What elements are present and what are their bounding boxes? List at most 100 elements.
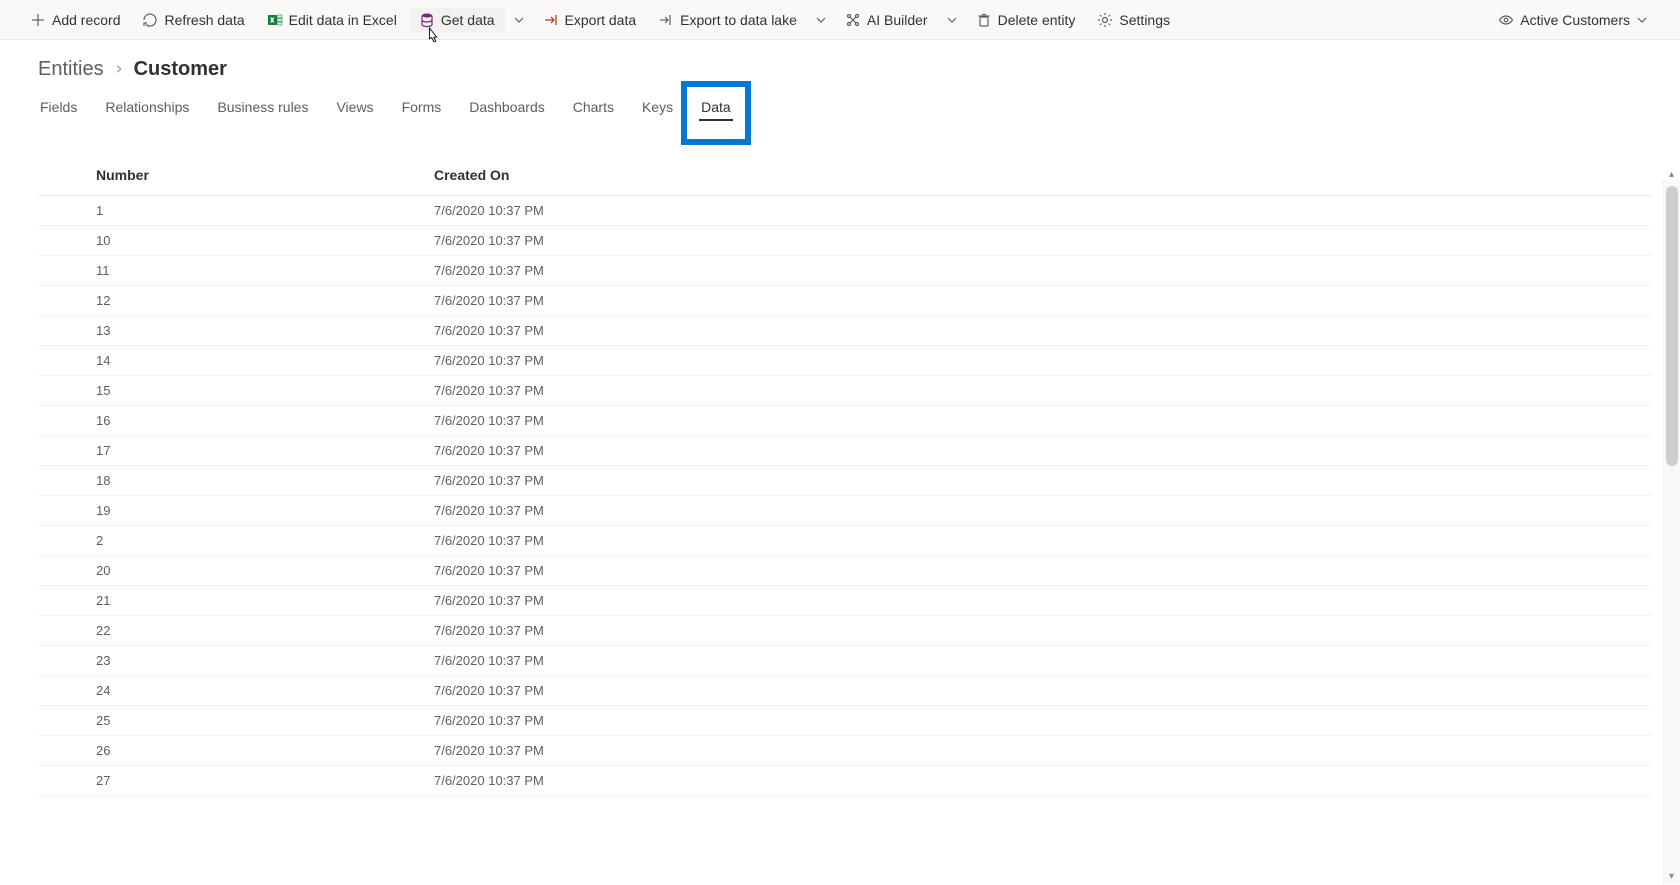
tab-relationships[interactable]: Relationships — [103, 95, 191, 127]
get-data-label: Get data — [441, 12, 495, 28]
cell-number: 2 — [38, 526, 418, 556]
cell-number: 15 — [38, 376, 418, 406]
cell-created-on: 7/6/2020 10:37 PM — [418, 376, 1652, 406]
content-area: Entities Customer Fields Relationships Bus… — [0, 40, 1680, 883]
excel-icon — [267, 12, 283, 28]
entity-tabs: Fields Relationships Business rules Views Fo… — [38, 95, 1680, 127]
cell-created-on: 7/6/2020 10:37 PM — [418, 286, 1652, 316]
delete-entity-button[interactable]: Delete entity — [966, 8, 1086, 32]
cell-created-on: 7/6/2020 10:37 PM — [418, 526, 1652, 556]
chevron-down-icon — [1636, 14, 1648, 26]
table-row[interactable]: 197/6/2020 10:37 PM — [38, 496, 1652, 526]
refresh-data-button[interactable]: Refresh data — [132, 8, 254, 32]
cell-number: 10 — [38, 226, 418, 256]
table-row[interactable]: 237/6/2020 10:37 PM — [38, 646, 1652, 676]
export-data-label: Export data — [565, 12, 637, 28]
table-row[interactable]: 137/6/2020 10:37 PM — [38, 316, 1652, 346]
cell-number: 24 — [38, 676, 418, 706]
breadcrumb: Entities Customer — [38, 58, 1680, 81]
tab-dashboards[interactable]: Dashboards — [467, 95, 547, 127]
cell-number: 12 — [38, 286, 418, 316]
export-data-lake-button[interactable]: Export to data lake — [648, 8, 807, 32]
table-row[interactable]: 147/6/2020 10:37 PM — [38, 346, 1652, 376]
table-row[interactable]: 107/6/2020 10:37 PM — [38, 226, 1652, 256]
cell-created-on: 7/6/2020 10:37 PM — [418, 646, 1652, 676]
scrollbar-track[interactable]: ▴ ▾ — [1663, 180, 1680, 883]
tab-charts[interactable]: Charts — [571, 95, 616, 127]
cell-number: 20 — [38, 556, 418, 586]
cell-created-on: 7/6/2020 10:37 PM — [418, 196, 1652, 226]
cell-number: 11 — [38, 256, 418, 286]
table-row[interactable]: 127/6/2020 10:37 PM — [38, 286, 1652, 316]
ai-builder-label: AI Builder — [867, 12, 928, 28]
breadcrumb-root[interactable]: Entities — [38, 58, 104, 81]
cell-number: 25 — [38, 706, 418, 736]
cell-created-on: 7/6/2020 10:37 PM — [418, 616, 1652, 646]
tab-keys[interactable]: Keys — [640, 95, 675, 127]
export-lake-icon — [658, 12, 674, 28]
cell-created-on: 7/6/2020 10:37 PM — [418, 436, 1652, 466]
export-lake-label: Export to data lake — [680, 12, 797, 28]
refresh-icon — [142, 12, 158, 28]
cell-created-on: 7/6/2020 10:37 PM — [418, 406, 1652, 436]
tab-fields[interactable]: Fields — [38, 95, 79, 127]
cell-created-on: 7/6/2020 10:37 PM — [418, 316, 1652, 346]
cell-number: 26 — [38, 736, 418, 766]
table-row[interactable]: 157/6/2020 10:37 PM — [38, 376, 1652, 406]
table-row[interactable]: 227/6/2020 10:37 PM — [38, 616, 1652, 646]
cell-number: 13 — [38, 316, 418, 346]
cell-created-on: 7/6/2020 10:37 PM — [418, 256, 1652, 286]
refresh-data-label: Refresh data — [164, 12, 244, 28]
table-row[interactable]: 117/6/2020 10:37 PM — [38, 256, 1652, 286]
ai-builder-button[interactable]: AI Builder — [835, 8, 938, 32]
cell-created-on: 7/6/2020 10:37 PM — [418, 766, 1652, 796]
table-row[interactable]: 17/6/2020 10:37 PM — [38, 196, 1652, 226]
database-icon — [419, 12, 435, 28]
tab-forms[interactable]: Forms — [400, 95, 444, 127]
table-row[interactable]: 27/6/2020 10:37 PM — [38, 526, 1652, 556]
edit-excel-label: Edit data in Excel — [289, 12, 397, 28]
table-row[interactable]: 167/6/2020 10:37 PM — [38, 406, 1652, 436]
scrollbar-thumb[interactable] — [1666, 186, 1678, 466]
data-table: Number Created On 17/6/2020 10:37 PM107/… — [38, 157, 1652, 796]
cell-number: 23 — [38, 646, 418, 676]
scrollbar-up-arrow[interactable]: ▴ — [1663, 166, 1680, 183]
edit-data-excel-button[interactable]: Edit data in Excel — [257, 8, 407, 32]
column-header-number[interactable]: Number — [38, 157, 418, 196]
cell-number: 14 — [38, 346, 418, 376]
command-group-left: Add record Refresh data Edit data in — [20, 8, 1490, 32]
tab-views[interactable]: Views — [334, 95, 375, 127]
view-selector[interactable]: Active Customers — [1490, 8, 1656, 32]
view-selector-label: Active Customers — [1520, 12, 1630, 28]
chevron-down-icon — [946, 14, 958, 26]
ai-icon — [845, 12, 861, 28]
export-lake-chevron[interactable] — [809, 10, 833, 30]
settings-button[interactable]: Settings — [1087, 8, 1180, 32]
cell-created-on: 7/6/2020 10:37 PM — [418, 496, 1652, 526]
table-row[interactable]: 217/6/2020 10:37 PM — [38, 586, 1652, 616]
add-record-button[interactable]: Add record — [20, 8, 130, 32]
get-data-button[interactable]: Get data — [409, 8, 505, 32]
ai-builder-chevron[interactable] — [940, 10, 964, 30]
cell-number: 18 — [38, 466, 418, 496]
table-row[interactable]: 207/6/2020 10:37 PM — [38, 556, 1652, 586]
data-table-container: Number Created On 17/6/2020 10:37 PM107/… — [38, 157, 1680, 872]
cell-created-on: 7/6/2020 10:37 PM — [418, 556, 1652, 586]
table-row[interactable]: 177/6/2020 10:37 PM — [38, 436, 1652, 466]
table-row[interactable]: 257/6/2020 10:37 PM — [38, 706, 1652, 736]
cell-created-on: 7/6/2020 10:37 PM — [418, 346, 1652, 376]
table-row[interactable]: 277/6/2020 10:37 PM — [38, 766, 1652, 796]
table-row[interactable]: 187/6/2020 10:37 PM — [38, 466, 1652, 496]
export-data-button[interactable]: Export data — [533, 8, 647, 32]
cell-number: 17 — [38, 436, 418, 466]
table-row[interactable]: 247/6/2020 10:37 PM — [38, 676, 1652, 706]
column-header-created-on[interactable]: Created On — [418, 157, 1652, 196]
tab-data[interactable]: Data — [699, 95, 733, 127]
cell-number: 1 — [38, 196, 418, 226]
tab-business-rules[interactable]: Business rules — [215, 95, 310, 127]
plus-icon — [30, 12, 46, 28]
cell-created-on: 7/6/2020 10:37 PM — [418, 466, 1652, 496]
get-data-chevron[interactable] — [507, 10, 531, 30]
scrollbar-down-arrow[interactable]: ▾ — [1663, 868, 1680, 885]
table-row[interactable]: 267/6/2020 10:37 PM — [38, 736, 1652, 766]
